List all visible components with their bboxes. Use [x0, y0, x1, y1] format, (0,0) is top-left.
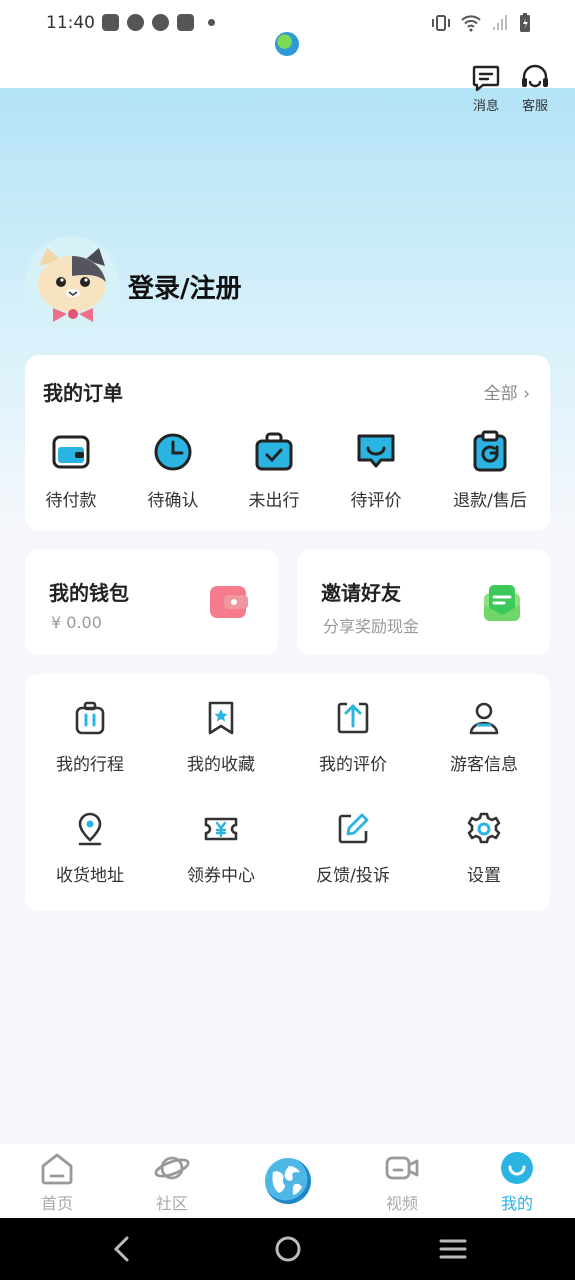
wifi-icon [461, 15, 481, 32]
tab-globe[interactable] [265, 1158, 311, 1204]
back-icon[interactable] [110, 1234, 134, 1264]
upload-square-icon [335, 700, 371, 736]
tool-my-trips[interactable]: 我的行程 [30, 700, 150, 775]
luggage-icon [72, 700, 108, 736]
tab-home[interactable]: 首页 [22, 1150, 92, 1214]
home-icon [39, 1150, 75, 1186]
orders-all-label: 全部 [483, 384, 518, 404]
vibrate-icon [432, 15, 450, 31]
video-camera-icon [384, 1150, 420, 1186]
invite-subtitle: 分享奖励现金 [323, 617, 420, 636]
tool-my-reviews[interactable]: 我的评价 [293, 700, 413, 775]
signal-icon [493, 15, 507, 30]
order-label: 待付款 [45, 491, 97, 511]
orders-all-link[interactable]: 全部 › [484, 379, 530, 404]
app-notification-icon [127, 14, 144, 31]
tab-community[interactable]: 社区 [137, 1150, 207, 1214]
tab-label: 首页 [40, 1194, 73, 1213]
location-pin-icon [72, 811, 108, 847]
app-notification-icon [152, 14, 169, 31]
services-card: 我的行程 我的收藏 我的评价 游客信息 收货地址 领券中心 反馈/投诉 设置 [25, 674, 550, 911]
tab-label: 我的 [500, 1194, 533, 1213]
order-not-traveled[interactable]: 未出行 [224, 430, 324, 511]
tool-label: 领券中心 [187, 866, 255, 886]
order-pending-payment[interactable]: 待付款 [21, 430, 121, 511]
wallet-title: 我的钱包 [49, 581, 129, 605]
wallet-balance: ¥ 0.00 [51, 613, 102, 632]
order-label: 待评价 [350, 491, 402, 511]
person-icon [466, 700, 502, 736]
comment-icon [354, 430, 398, 474]
message-icon [472, 65, 500, 92]
tool-label: 我的评价 [319, 755, 387, 775]
home-button-icon[interactable] [274, 1234, 302, 1264]
avatar[interactable] [25, 236, 119, 330]
refund-clipboard-icon [468, 430, 512, 474]
recent-apps-icon[interactable] [438, 1234, 468, 1264]
tool-label: 设置 [467, 866, 501, 886]
wallet-card[interactable]: 我的钱包 ¥ 0.00 [25, 549, 278, 655]
order-label: 待确认 [147, 491, 199, 511]
globe-icon [272, 1166, 302, 1195]
tab-label: 社区 [155, 1194, 188, 1213]
tool-feedback[interactable]: 反馈/投诉 [293, 811, 413, 886]
notification-icons [102, 14, 215, 31]
tool-label: 我的行程 [56, 755, 124, 775]
tool-coupon-center[interactable]: 领券中心 [161, 811, 281, 886]
shopping-bag-icon [177, 14, 194, 31]
bottom-tab-bar: 首页 社区 视频 我的 [0, 1144, 575, 1218]
edit-icon [335, 811, 371, 847]
system-navigation-bar [0, 1218, 575, 1280]
wallet-card-icon [49, 430, 93, 474]
tool-label: 游客信息 [450, 755, 518, 775]
tool-label: 我的收藏 [187, 755, 255, 775]
clock-icon [151, 430, 195, 474]
red-envelope-icon [482, 583, 522, 627]
tool-visitor-info[interactable]: 游客信息 [424, 700, 544, 775]
customer-service-button[interactable]: 客服 [515, 64, 555, 114]
order-refund[interactable]: 退款/售后 [440, 430, 540, 511]
orders-title: 我的订单 [43, 381, 123, 405]
more-notifications-dot [208, 19, 215, 26]
shopping-bag-icon [102, 14, 119, 31]
order-pending-confirm[interactable]: 待确认 [123, 430, 223, 511]
message-button[interactable]: 消息 [466, 64, 506, 114]
smile-icon [499, 1150, 535, 1186]
gear-icon [466, 811, 502, 847]
order-pending-review[interactable]: 待评价 [326, 430, 426, 511]
tab-mine[interactable]: 我的 [482, 1150, 552, 1214]
suitcase-check-icon [252, 430, 296, 474]
tab-label: 视频 [385, 1194, 418, 1213]
tool-label: 收货地址 [56, 866, 124, 886]
tab-video[interactable]: 视频 [367, 1150, 437, 1214]
invite-title: 邀请好友 [321, 581, 401, 605]
wallet-icon [208, 583, 250, 625]
tool-favorites[interactable]: 我的收藏 [161, 700, 281, 775]
system-icons [431, 13, 531, 33]
battery-icon [520, 13, 530, 32]
invite-card[interactable]: 邀请好友 分享奖励现金 [297, 549, 550, 655]
tool-settings[interactable]: 设置 [424, 811, 544, 886]
order-label: 未出行 [248, 491, 300, 511]
tool-shipping-address[interactable]: 收货地址 [30, 811, 150, 886]
headset-icon [522, 64, 548, 88]
login-register-link[interactable]: 登录/注册 [128, 268, 242, 305]
orders-card: 我的订单 全部 › 待付款 待确认 未出行 待评价 退款/售后 [25, 355, 550, 531]
bookmark-star-icon [203, 700, 239, 736]
tool-label: 反馈/投诉 [316, 866, 390, 886]
order-label: 退款/售后 [453, 491, 527, 511]
service-label: 客服 [521, 99, 548, 114]
globe-app-icon [275, 32, 299, 56]
coupon-icon [203, 811, 239, 847]
cat-avatar-icon [38, 248, 106, 322]
message-label: 消息 [472, 99, 499, 114]
planet-icon [154, 1150, 190, 1186]
status-time: 11:40 [46, 13, 95, 33]
chevron-right-icon: › [523, 384, 530, 404]
